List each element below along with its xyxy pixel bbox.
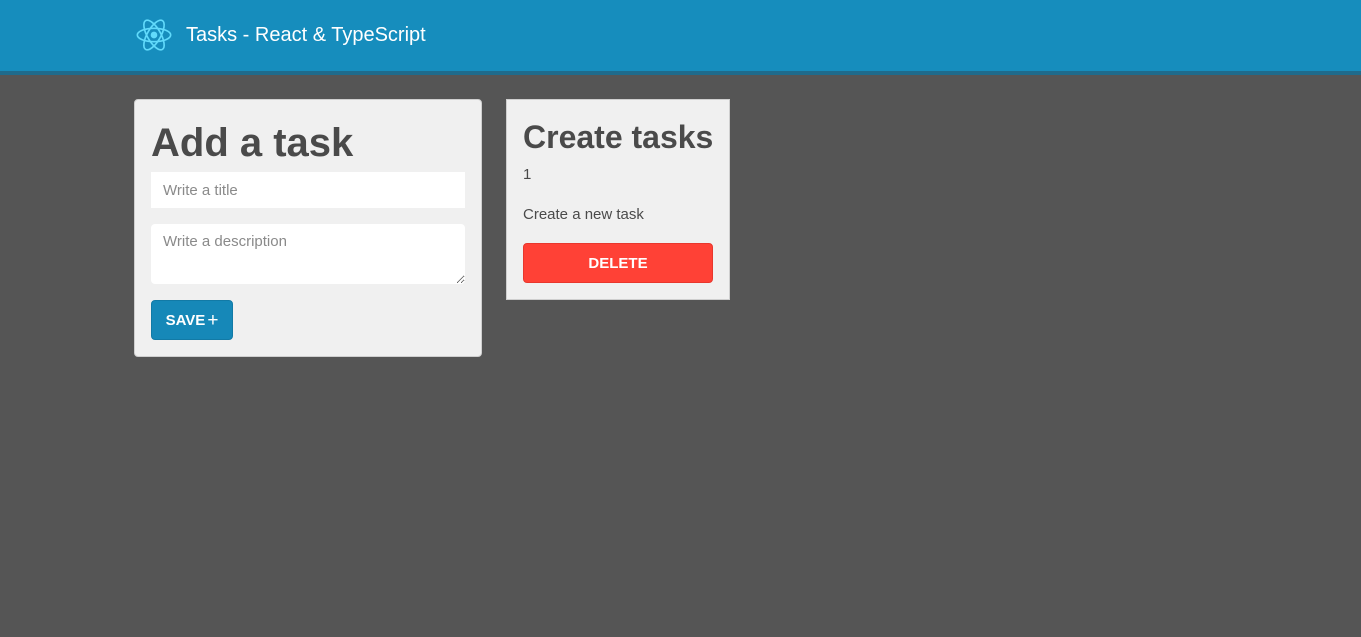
plus-icon: +: [207, 309, 219, 331]
task-title-input[interactable]: [151, 172, 465, 208]
app-title: Tasks - React & TypeScript: [186, 23, 426, 46]
save-button[interactable]: SAVE +: [151, 300, 233, 340]
delete-button[interactable]: DELETE: [523, 243, 713, 283]
add-task-heading: Add a task: [151, 121, 354, 165]
task-card: Create tasks 1 Create a new task DELETE: [506, 99, 730, 300]
react-logo-icon: [134, 16, 174, 54]
task-id: 1: [523, 166, 532, 183]
task-description: Create a new task: [523, 206, 644, 223]
navbar: Tasks - React & TypeScript: [0, 0, 1361, 75]
task-description-input[interactable]: [151, 224, 465, 284]
task-title: Create tasks: [523, 119, 714, 155]
add-task-card: Add a task SAVE +: [134, 99, 482, 357]
navbar-brand[interactable]: Tasks - React & TypeScript: [134, 16, 426, 54]
save-button-label: SAVE: [165, 311, 206, 329]
